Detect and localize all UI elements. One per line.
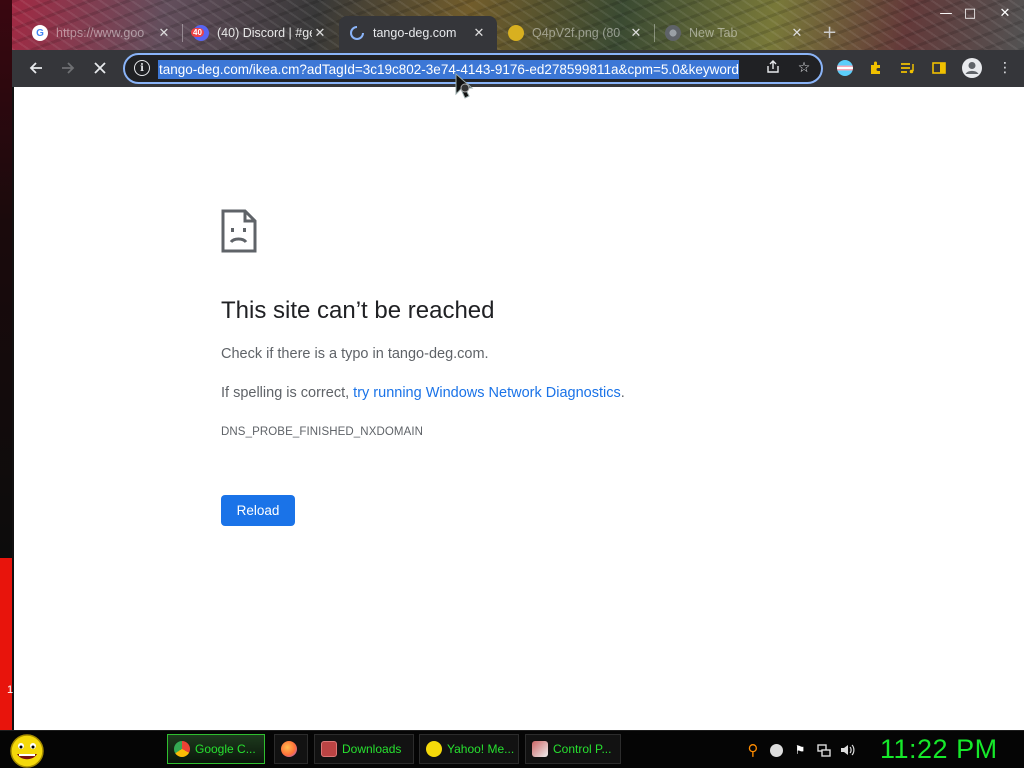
media-playlist-icon[interactable]	[896, 57, 918, 79]
spelling-suffix: .	[620, 385, 625, 401]
back-arrow-icon	[29, 62, 42, 74]
desktop-wallpaper-dark	[0, 0, 12, 558]
taskbar-button-label: Control P...	[553, 742, 612, 756]
profile-flag-icon[interactable]	[834, 57, 856, 79]
back-button[interactable]	[24, 56, 48, 80]
avatar[interactable]	[961, 57, 983, 79]
share-icon[interactable]	[763, 60, 783, 78]
address-bar-url[interactable]: tango-deg.com/ikea.cm?adTagId=3c19c802-3…	[158, 60, 739, 79]
error-page: This site can’t be reached Check if ther…	[14, 87, 1024, 730]
yahoo-messenger-icon	[426, 741, 442, 757]
desktop-wallpaper-red	[0, 558, 12, 730]
tab-close-icon[interactable]: ✕	[789, 25, 805, 41]
control-panel-icon	[532, 741, 548, 757]
close-window-button[interactable]: ✕	[995, 6, 1015, 21]
loading-spinner-icon	[349, 25, 365, 41]
taskbar-downloads-button[interactable]: Downloads	[314, 734, 414, 764]
google-icon: G	[32, 25, 48, 41]
new-tab-button[interactable]: +	[822, 22, 837, 43]
tab-google[interactable]: G https://www.goo ✕	[22, 16, 182, 50]
discord-icon: 40	[191, 25, 209, 41]
taskbar-yahoo-messenger-button[interactable]: Yahoo! Me...	[419, 734, 519, 764]
maximize-button[interactable]: □	[960, 6, 980, 21]
image-icon	[508, 25, 524, 41]
action-center-flag-icon[interactable]: ⚑	[792, 742, 808, 758]
tab-label: (40) Discord | #ge	[217, 26, 312, 40]
tab-close-icon[interactable]: ✕	[628, 25, 644, 41]
error-code: DNS_PROBE_FINISHED_NXDOMAIN	[221, 426, 424, 438]
folder-icon	[321, 741, 337, 757]
extensions-puzzle-icon[interactable]	[865, 57, 887, 79]
typo-hint-text: Check if there is a typo in tango-deg.co…	[221, 346, 489, 362]
forward-arrow-icon	[62, 62, 75, 74]
page-title: This site can’t be reached	[221, 297, 495, 324]
tab-close-icon[interactable]: ✕	[156, 25, 172, 41]
taskbar-button-label: Yahoo! Me...	[447, 742, 515, 756]
taskbar-clock[interactable]: 11:22 PM	[880, 734, 998, 765]
site-info-icon[interactable]: i	[134, 60, 150, 76]
desktop-edge: 1	[0, 0, 14, 730]
side-panel-icon[interactable]	[928, 57, 950, 79]
taskbar-firefox-button[interactable]	[274, 734, 308, 764]
taskbar-button-label: Google C...	[195, 742, 256, 756]
volume-icon[interactable]	[840, 742, 856, 758]
close-icon	[94, 62, 106, 74]
network-diagnostics-link[interactable]: try running Windows Network Diagnostics	[353, 385, 621, 401]
tab-label: Q4pV2f.png (80	[532, 26, 621, 40]
mouse-cursor-icon	[455, 72, 477, 105]
network-icon[interactable]	[816, 742, 832, 758]
bookmark-star-icon[interactable]: ☆	[794, 60, 814, 76]
taskbar-control-panel-button[interactable]: Control P...	[525, 734, 621, 764]
taskbar-chrome-button[interactable]: Google C...	[167, 734, 265, 764]
tab-label: https://www.goo	[56, 26, 145, 40]
browser-toolbar: i tango-deg.com/ikea.cm?adTagId=3c19c802…	[12, 50, 1024, 87]
minimize-button[interactable]: —	[936, 6, 956, 21]
forward-button[interactable]	[56, 56, 80, 80]
tab-new-tab[interactable]: New Tab ✕	[655, 16, 815, 50]
tab-image[interactable]: Q4pV2f.png (80 ✕	[498, 16, 654, 50]
spelling-hint-text: If spelling is correct, try running Wind…	[221, 385, 625, 401]
sad-document-icon	[221, 209, 257, 257]
chrome-icon	[174, 741, 190, 757]
reload-button[interactable]: Reload	[221, 495, 295, 526]
tab-close-icon[interactable]: ✕	[471, 25, 487, 41]
tab-close-icon[interactable]: ✕	[312, 25, 328, 41]
taskbar-button-label: Downloads	[342, 742, 402, 756]
more-menu-icon[interactable]: ⋮	[994, 57, 1016, 79]
tab-tango-deg[interactable]: tango-deg.com ✕	[339, 16, 497, 50]
firefox-icon	[281, 741, 297, 757]
messenger-tray-icon[interactable]	[768, 742, 784, 758]
taskbar: Google C... Downloads Yahoo! Me... Contr…	[0, 730, 1024, 768]
stop-loading-button[interactable]	[88, 56, 112, 80]
search-icon[interactable]: ⚲	[745, 741, 761, 759]
start-button-smiley-icon[interactable]	[8, 733, 46, 768]
desktop-glyph: 1	[7, 684, 14, 696]
notification-badge: 40	[191, 28, 204, 37]
chrome-icon	[665, 25, 681, 41]
tab-label: New Tab	[689, 26, 738, 40]
tab-discord[interactable]: 40 (40) Discord | #ge ✕	[183, 16, 338, 50]
tab-label: tango-deg.com	[373, 26, 457, 40]
spelling-prefix: If spelling is correct,	[221, 385, 354, 401]
